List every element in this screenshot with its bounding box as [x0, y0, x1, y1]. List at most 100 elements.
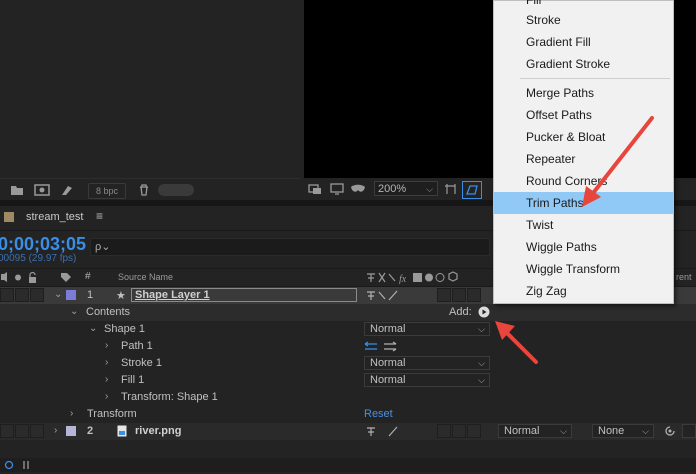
frame-rate-readout: 00095 (29.97 fps) — [0, 253, 77, 264]
layer-2-trkmat-select[interactable]: None ⌵ — [592, 424, 654, 438]
layer-1-switches[interactable] — [365, 289, 407, 305]
monitor-icon[interactable] — [330, 183, 344, 195]
interpret-footage-icon[interactable] — [60, 184, 74, 196]
layer-2-label-color[interactable] — [66, 426, 76, 436]
transform-shape1-row[interactable]: › Transform: Shape 1 — [0, 389, 696, 406]
layer-2-switch-cell[interactable] — [467, 424, 481, 438]
menu-item-trim-paths[interactable]: Trim Paths — [494, 192, 673, 214]
menu-item-zig-zag[interactable]: Zig Zag — [494, 280, 673, 302]
add-label: Add: — [449, 306, 472, 318]
mask-visibility-icon[interactable] — [350, 183, 365, 195]
transform-row[interactable]: › Transform Reset — [0, 406, 696, 423]
solo-switch[interactable] — [30, 288, 44, 302]
parent-pickwhip-icon[interactable] — [664, 425, 676, 440]
shape1-row[interactable]: ⌄ Shape 1 Normal ⌵ — [0, 321, 696, 338]
path1-label: Path 1 — [121, 340, 153, 352]
layer-2-parent-select[interactable] — [682, 424, 696, 438]
chevron-down-icon: ⌵ — [478, 324, 485, 334]
search-icon: ρ⌄ — [95, 241, 111, 253]
layer-2-mode-select[interactable]: Normal ⌵ — [498, 424, 572, 438]
layer-2-expand-chevron[interactable]: › — [54, 425, 57, 436]
menu-item-gradient-fill[interactable]: Gradient Fill — [494, 31, 673, 53]
av-switches-header-icons — [0, 271, 40, 287]
new-composition-icon[interactable] — [34, 184, 50, 196]
region-of-interest-icon[interactable] — [444, 183, 458, 195]
video-switch[interactable] — [0, 424, 14, 438]
transform-shape1-expand-chevron[interactable]: › — [105, 391, 108, 402]
layer-2-switches[interactable] — [365, 425, 407, 441]
current-timecode[interactable]: 0;00;03;05 — [0, 234, 86, 255]
layer-1-expand-chevron[interactable]: ⌄ — [54, 289, 62, 300]
menu-item-wiggle-paths[interactable]: Wiggle Paths — [494, 236, 673, 258]
layer-2-mode-value: Normal — [504, 425, 540, 437]
layer-1-switch-cell[interactable] — [467, 288, 481, 302]
menu-item-pucker-bloat[interactable]: Pucker & Bloat — [494, 126, 673, 148]
layer-2-switch-cell[interactable] — [437, 424, 451, 438]
video-switch[interactable] — [0, 288, 14, 302]
chevron-down-icon: ⌵ — [426, 184, 433, 194]
fill1-expand-chevron[interactable]: › — [105, 374, 108, 385]
layer-1-name: Shape Layer 1 — [135, 289, 210, 301]
shape1-label: Shape 1 — [104, 323, 145, 335]
audio-switch[interactable] — [15, 288, 29, 302]
stroke1-expand-chevron[interactable]: › — [105, 357, 108, 368]
path-direction-icons[interactable] — [364, 341, 400, 355]
contents-label: Contents — [86, 306, 131, 318]
menu-item-offset-paths[interactable]: Offset Paths — [494, 104, 673, 126]
thumbnail-slider[interactable] — [158, 184, 194, 196]
fill1-blend-mode-value: Normal — [370, 374, 406, 386]
layer-1-label-color[interactable] — [66, 290, 76, 300]
layer-2-name[interactable]: river.png — [135, 425, 181, 437]
transform-expand-chevron[interactable]: › — [70, 408, 73, 419]
stroke1-label: Stroke 1 — [121, 357, 162, 369]
add-menu-play-icon[interactable] — [478, 306, 490, 321]
menu-item-repeater[interactable]: Repeater — [494, 148, 673, 170]
layer-1-switch-cell[interactable] — [437, 288, 451, 302]
audio-switch[interactable] — [15, 424, 29, 438]
fill1-row[interactable]: › Fill 1 Normal ⌵ — [0, 372, 696, 389]
transform-reset-link[interactable]: Reset — [364, 408, 393, 420]
folder-icon[interactable] — [10, 184, 24, 196]
layer-row-2[interactable]: › 2 river.png Normal ⌵ None ⌵ — [0, 423, 696, 440]
composition-color-swatch — [4, 212, 14, 222]
bit-depth-button[interactable]: 8 bpc — [88, 183, 126, 199]
layer-2-switch-cell[interactable] — [452, 424, 466, 438]
trash-icon[interactable] — [138, 184, 152, 196]
path1-expand-chevron[interactable]: › — [105, 340, 108, 351]
chevron-down-icon: ⌵ — [478, 375, 485, 385]
hamburger-menu-icon[interactable]: ≡ — [96, 209, 103, 223]
transparency-grid-icon[interactable] — [462, 181, 482, 199]
fill1-blend-mode-select[interactable]: Normal ⌵ — [364, 373, 490, 387]
menu-item-stroke[interactable]: Stroke — [494, 9, 673, 31]
timeline-tab-label[interactable]: stream_test — [26, 211, 83, 223]
project-panel — [0, 0, 300, 200]
layer-search-input[interactable]: ρ⌄ — [90, 238, 490, 256]
layer-1-name-field[interactable]: Shape Layer 1 — [131, 288, 357, 302]
menu-item-twist[interactable]: Twist — [494, 214, 673, 236]
layer-number-header: # — [85, 271, 91, 282]
menu-item-gradient-stroke[interactable]: Gradient Stroke — [494, 53, 673, 75]
shape1-expand-chevron[interactable]: ⌄ — [89, 323, 97, 334]
magnification-select[interactable]: 200% ⌵ — [374, 181, 438, 196]
switches-header-icons: fx — [365, 271, 483, 287]
layer-2-number: 2 — [87, 425, 94, 437]
contents-row[interactable]: ⌄ Contents Add: — [0, 304, 696, 321]
zoom-value: 200% — [378, 183, 407, 195]
label-tag-icon — [60, 272, 72, 286]
solo-switch[interactable] — [30, 424, 44, 438]
transform-label: Transform — [87, 408, 137, 420]
transform-shape1-label: Transform: Shape 1 — [121, 391, 218, 403]
shape1-blend-mode-value: Normal — [370, 323, 406, 335]
always-preview-icon[interactable] — [308, 183, 322, 195]
menu-item-merge-paths[interactable]: Merge Paths — [494, 82, 673, 104]
source-name-header[interactable]: Source Name — [118, 272, 173, 282]
stroke1-blend-mode-select[interactable]: Normal ⌵ — [364, 356, 490, 370]
path1-row[interactable]: › Path 1 — [0, 338, 696, 355]
shape1-blend-mode-select[interactable]: Normal ⌵ — [364, 322, 490, 336]
stroke1-row[interactable]: › Stroke 1 Normal ⌵ — [0, 355, 696, 372]
menu-item-wiggle-transform[interactable]: Wiggle Transform — [494, 258, 673, 280]
layer-1-number: 1 — [87, 289, 94, 301]
menu-item-round-corners[interactable]: Round Corners — [494, 170, 673, 192]
contents-expand-chevron[interactable]: ⌄ — [70, 306, 78, 317]
layer-1-switch-cell[interactable] — [452, 288, 466, 302]
